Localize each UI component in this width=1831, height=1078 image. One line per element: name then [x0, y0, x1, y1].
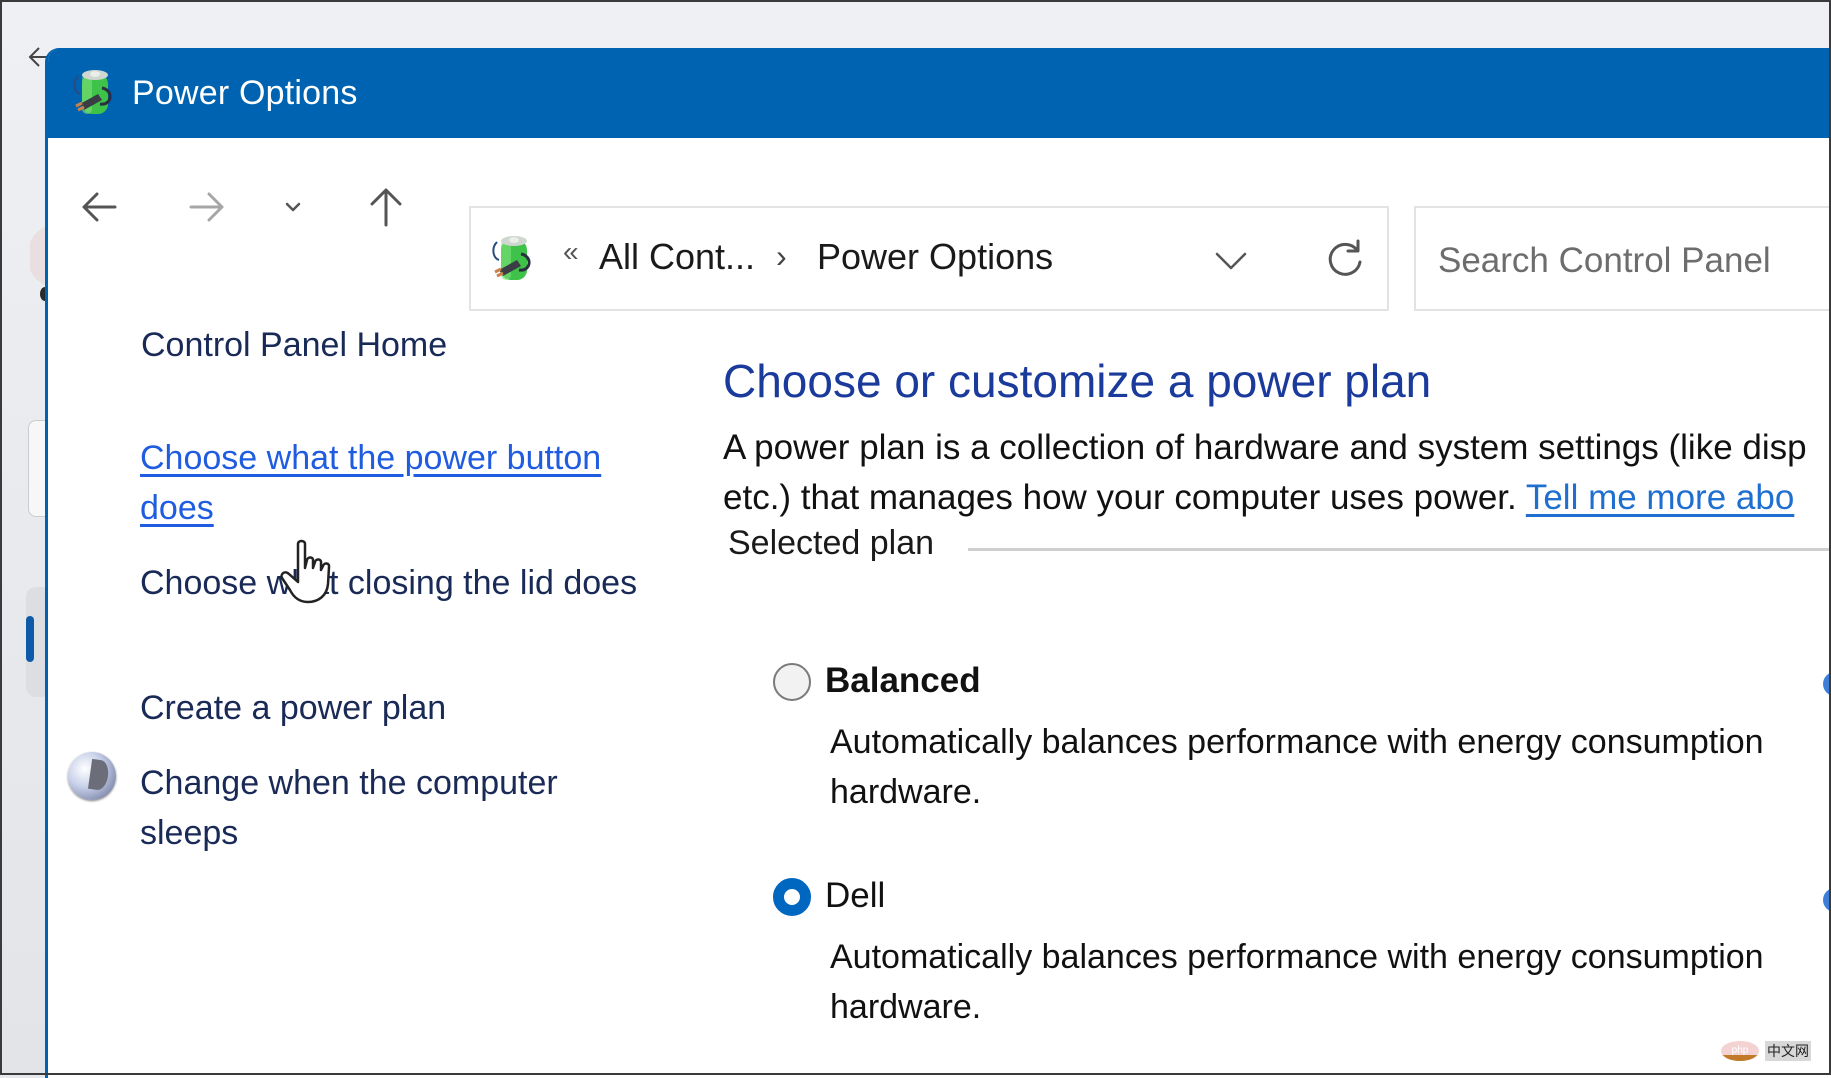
search-box[interactable] [1414, 206, 1831, 311]
back-button[interactable] [74, 182, 124, 232]
search-input[interactable] [1436, 230, 1831, 292]
intro-text: A power plan is a collection of hardware… [723, 423, 1807, 523]
plan-dell-name[interactable]: Dell [825, 876, 885, 916]
control-panel-home-link[interactable]: Control Panel Home [141, 326, 447, 365]
nav-link-create-plan[interactable]: Create a power plan [140, 683, 660, 733]
window-title: Power Options [132, 74, 358, 112]
plan-dell-desc-1: Automatically balances performance with … [830, 938, 1764, 976]
sleep-moon-icon [68, 752, 116, 800]
balanced-change-settings-link-edge[interactable] [1823, 672, 1831, 696]
plan-dell-radio[interactable] [773, 878, 811, 916]
breadcrumb-power-options[interactable]: Power Options [817, 236, 1053, 278]
section-divider [968, 548, 1831, 551]
nav-link-power-button[interactable]: Choose what the power button does [140, 433, 660, 533]
address-bar[interactable]: « All Cont... › Power Options [469, 206, 1389, 311]
up-button[interactable] [361, 182, 411, 232]
nav-link-computer-sleeps[interactable]: Change when the computer sleeps [140, 758, 660, 858]
refresh-icon[interactable] [1321, 236, 1369, 284]
power-options-battery-icon [492, 236, 531, 280]
plan-balanced-desc-2: hardware. [830, 773, 982, 811]
forward-button[interactable] [182, 182, 232, 232]
dell-change-settings-link-edge[interactable] [1823, 888, 1831, 912]
watermark: php 中文网 [1721, 1041, 1811, 1061]
recent-locations-button[interactable] [268, 182, 318, 232]
watermark-text: 中文网 [1765, 1041, 1811, 1061]
breadcrumb-separator[interactable]: › [776, 238, 787, 275]
arrow-right-icon [189, 192, 224, 222]
page-title: Choose or customize a power plan [723, 355, 1432, 407]
chevron-down-icon [285, 202, 301, 212]
address-dropdown-chevron-icon[interactable] [1209, 238, 1253, 282]
arrow-up-icon [370, 188, 402, 227]
nav-link-closing-lid[interactable]: Choose what closing the lid does [140, 558, 660, 608]
plan-balanced-desc-1: Automatically balances performance with … [830, 723, 1764, 761]
plan-balanced-name[interactable]: Balanced [825, 661, 981, 701]
navigation-toolbar: « All Cont... › Power Options [48, 138, 1831, 311]
breadcrumb-overflow-button[interactable]: « [563, 236, 579, 268]
power-options-battery-icon [73, 70, 112, 114]
tell-me-more-link[interactable]: Tell me more abo [1526, 478, 1794, 517]
breadcrumb-all-control-panel[interactable]: All Cont... [599, 236, 755, 278]
power-options-window: Power Options « All Cont... › Power Opti… [45, 48, 1831, 1078]
arrow-left-icon [82, 192, 117, 222]
background-selection-indicator [26, 616, 34, 662]
hand-pointer-cursor-icon [280, 539, 331, 604]
title-bar: Power Options [48, 48, 1831, 138]
plan-balanced-radio[interactable] [773, 663, 811, 701]
watermark-logo: php [1721, 1041, 1759, 1061]
selected-plan-label: Selected plan [728, 524, 935, 562]
intro-line-2-text: etc.) that manages how your computer use… [723, 478, 1517, 517]
intro-line-2: etc.) that manages how your computer use… [723, 473, 1807, 523]
intro-line-1: A power plan is a collection of hardware… [723, 428, 1807, 467]
plan-dell-desc-2: hardware. [830, 988, 982, 1026]
